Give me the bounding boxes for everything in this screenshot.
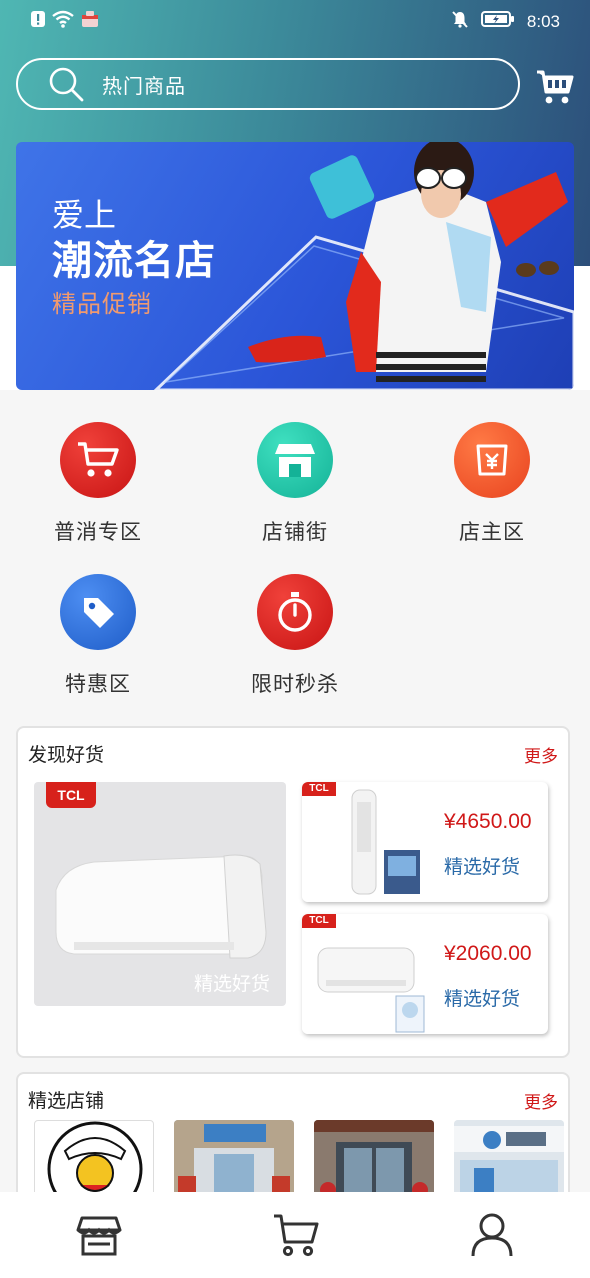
category-puxiao[interactable]: 普消专区 [18,422,178,546]
product-label: 精选好货 [444,988,521,1010]
status-time: 8:03 [526,11,560,31]
cart-button[interactable] [536,68,574,110]
nav-profile[interactable] [470,1212,514,1262]
shop-thumbnail[interactable] [174,1120,294,1200]
cart-icon [274,1214,319,1257]
search-placeholder: 热门商品 [102,73,186,98]
more-link[interactable]: 更多 [524,1088,558,1113]
nav-cart[interactable] [272,1212,320,1262]
product-label: 精选好货 [444,856,521,878]
product-image [302,914,428,1034]
category-flash-sale[interactable]: 限时秒杀 [215,574,375,698]
wifi-icon [52,10,74,32]
cart-icon [537,70,574,104]
yen-bag-icon [454,422,530,498]
featured-product[interactable]: TCL 精选好货 [34,782,286,1006]
store-icon [76,1216,122,1256]
brand-badge: TCL [302,914,336,928]
banner-line3: 精品促销 [52,290,152,318]
banner-line2: 潮流名店 [52,238,216,284]
brand-badge: TCL [302,782,336,796]
shop-thumbnail[interactable] [314,1120,434,1200]
featured-label: 精选好货 [193,973,270,995]
alert-icon [30,10,46,32]
product-card[interactable]: TCL ¥2060.00 精选好货 [302,914,548,1034]
shop-logo-image [47,1121,143,1199]
category-label: 店主区 [459,520,525,544]
search-input[interactable]: 热门商品 [16,58,520,110]
shop-photo-image [174,1120,294,1200]
cart-icon [60,422,136,498]
bottom-nav [0,1192,590,1278]
product-card[interactable]: TCL ¥4650.00 精选好货 [302,782,548,902]
section-title: 精选店铺 [28,1090,105,1112]
product-price: ¥2060.00 [444,942,532,965]
discover-section: 发现好货 更多 TCL 精选好货 TCL ¥4650.00 精选好货 TCL ¥… [16,726,570,1058]
category-special[interactable]: 特惠区 [18,574,178,698]
battery-icon [480,10,515,33]
search-icon [49,67,84,102]
category-label: 特惠区 [65,672,131,696]
product-image [302,782,428,902]
promo-banner[interactable]: 爱上 潮流名店 精品促销 [16,142,574,390]
category-label: 限时秒杀 [251,672,339,696]
storefront-icon [257,422,333,498]
section-title: 发现好货 [28,744,105,766]
app-notification-icon [80,10,100,32]
category-shop-street[interactable]: 店铺街 [215,422,375,546]
category-label: 店铺街 [262,520,328,544]
status-bar: 8:03 [0,0,590,44]
shop-photo-image [314,1120,434,1200]
shop-thumbnail[interactable] [34,1120,154,1200]
brand-badge: TCL [46,782,96,808]
tag-icon [60,574,136,650]
mute-icon [451,10,469,33]
nav-home[interactable] [76,1212,122,1262]
shop-photo-image [454,1120,564,1200]
shop-thumbnail[interactable] [454,1120,564,1200]
stopwatch-icon [257,574,333,650]
product-price: ¥4650.00 [444,810,532,833]
category-owner[interactable]: 店主区 [412,422,572,546]
more-link[interactable]: 更多 [524,742,558,767]
user-icon [471,1213,513,1257]
category-label: 普消专区 [54,520,142,544]
